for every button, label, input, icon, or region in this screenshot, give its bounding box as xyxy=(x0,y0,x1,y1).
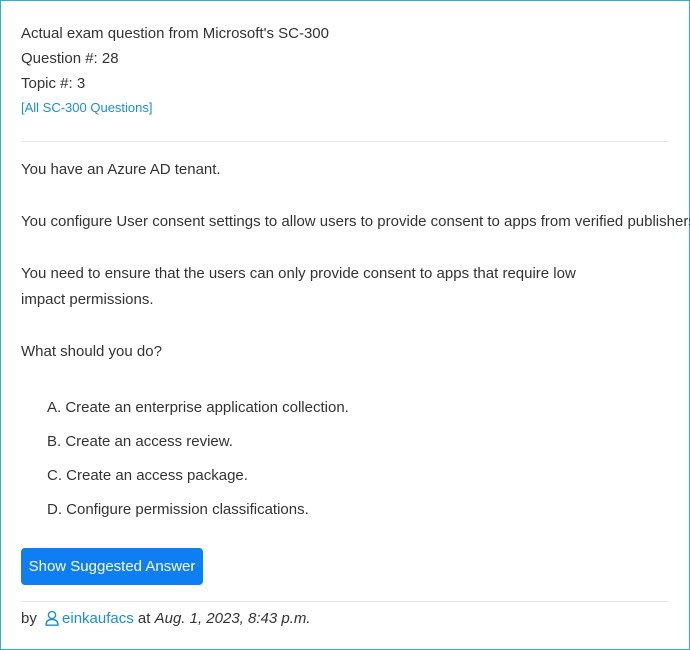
choice-b[interactable]: B. Create an access review. xyxy=(47,429,349,463)
choice-a[interactable]: A. Create an enterprise application coll… xyxy=(47,395,349,429)
post-date: Aug. 1, 2023, 8:43 p.m. xyxy=(154,610,311,627)
question-number: Question #: 28 xyxy=(21,50,119,67)
by-label: by xyxy=(21,610,37,627)
header-divider xyxy=(21,141,669,142)
question-paragraph: You have an Azure AD tenant. xyxy=(21,161,221,178)
question-prompt: What should you do? xyxy=(21,343,162,360)
answer-choices: A. Create an enterprise application coll… xyxy=(47,395,349,531)
user-icon xyxy=(45,610,59,634)
choice-c[interactable]: C. Create an access package. xyxy=(47,463,349,497)
post-meta: by einkaufacs at Aug. 1, 2023, 8:43 p.m. xyxy=(21,607,311,634)
at-label: at xyxy=(137,610,151,627)
show-suggested-answer-button[interactable]: Show Suggested Answer xyxy=(21,548,203,585)
exam-title: Actual exam question from Microsoft's SC… xyxy=(21,25,329,42)
question-paragraph: You need to ensure that the users can on… xyxy=(21,265,576,308)
topic-number: Topic #: 3 xyxy=(21,75,86,92)
username-link[interactable]: einkaufacs xyxy=(62,610,134,627)
question-header: Actual exam question from Microsoft's SC… xyxy=(21,21,669,117)
question-paragraph: You configure User consent settings to a… xyxy=(21,213,690,230)
choice-d[interactable]: D. Configure permission classifications. xyxy=(47,497,349,531)
all-questions-link[interactable]: [All SC-300 Questions] xyxy=(21,100,153,116)
footer-divider xyxy=(21,601,669,602)
question-card: Actual exam question from Microsoft's SC… xyxy=(0,0,690,650)
question-body: You have an Azure AD tenant. You configu… xyxy=(21,157,690,391)
